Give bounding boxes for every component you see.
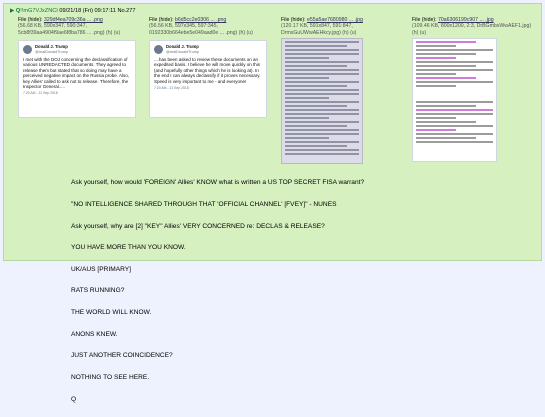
screenshot-thumbnail[interactable] (412, 38, 497, 162)
message-line: THE WORLD WILL KNOW. (71, 309, 152, 317)
tweet-thumbnail-2[interactable]: Donald J. Trump @realDonaldTrump ....has… (149, 40, 267, 118)
file-name[interactable]: e55a5ae7680980 ... .jpg (307, 17, 363, 23)
file-meta: (56.68 KB, 590x347, 590:347, 5cb8f39aa49… (18, 23, 121, 36)
tweet-time: 7:20 AM - 21 Sep 2018 (23, 91, 58, 96)
message-line: UK/AUS [PRIMARY] (71, 265, 131, 273)
tweet-text: I met with the DOJ concerning the declas… (23, 57, 130, 90)
file-meta: (120.17 KB, 591x847, 591:847, DrmxGuUWwA… (281, 23, 357, 36)
tweet-author: Donald J. Trump (35, 44, 68, 49)
file-info-1: File (hide): 329df4ea709c36a ... .png (5… (18, 17, 138, 36)
post-number[interactable]: No.277 (117, 8, 135, 14)
post-date: 09/21/18 (Fri) 09:17:11 (59, 8, 116, 14)
file-info-2: File (hide): b6d5cc2e0306 ... .png (56.5… (149, 17, 269, 36)
tweet-text: ....has been asked to review these docum… (154, 57, 261, 84)
message-line: JUST ANOTHER COINCIDENCE? (71, 352, 173, 360)
document-thumbnail[interactable] (281, 38, 363, 164)
tweet-handle: @realDonaldTrump (166, 49, 200, 54)
post-container: ▶ Q!!mG7VJxZNCI 09/21/18 (Fri) 09:17:11 … (3, 3, 542, 403)
file-hide-label[interactable]: File (hide): (149, 17, 174, 23)
file-hide-label[interactable]: File (hide): (18, 17, 43, 23)
message-line: NOTHING TO SEE HERE. (71, 373, 150, 381)
message-line: "NO INTELLIGENCE SHARED THROUGH THAT 'OF… (71, 201, 337, 209)
avatar (154, 45, 163, 54)
message-line: ANONS KNEW. (71, 330, 118, 338)
tweet-time: 7:20 AM - 21 Sep 2018 (154, 86, 189, 91)
message-line: RATS RUNNING? (71, 287, 125, 295)
message-line: Ask yourself, how would 'FOREIGN' Allies… (71, 179, 365, 187)
tripcode: !!mG7VJxZNCI (20, 8, 58, 14)
message-line: Q (71, 395, 77, 403)
file-meta: (109.46 KB, 800x1200, 2:3, DrBGmbsWwAEF1… (412, 23, 532, 36)
tweet-thumbnail-1[interactable]: Donald J. Trump @realDonaldTrump I met w… (18, 40, 136, 118)
file-name[interactable]: 70a6306199c907 ... .jpg (438, 17, 494, 23)
file-meta: (56.56 KB, 597x345, 597:345, 0192330b664… (149, 23, 253, 36)
file-hide-label[interactable]: File (hide): (281, 17, 306, 23)
collapse-arrow-icon[interactable]: ▶ (10, 8, 14, 14)
avatar (23, 45, 32, 54)
file-hide-label[interactable]: File (hide): (412, 17, 437, 23)
post-header: ▶ Q!!mG7VJxZNCI 09/21/18 (Fri) 09:17:11 … (10, 8, 136, 15)
post-message: Ask yourself, how would 'FOREIGN' Allies… (71, 165, 364, 417)
file-info-4: File (hide): 70a6306199c907 ... .jpg (10… (412, 17, 537, 36)
file-name[interactable]: 329df4ea709c36a ... .png (44, 17, 103, 23)
message-line: Ask yourself, why are [2] "KEY" Allies' … (71, 222, 325, 230)
file-name[interactable]: b6d5cc2e0306 ... .png (175, 17, 226, 23)
file-info-3: File (hide): e55a5ae7680980 ... .jpg (12… (281, 17, 399, 36)
message-line: YOU HAVE MORE THAN YOU KNOW. (71, 244, 186, 252)
tweet-handle: @realDonaldTrump (35, 49, 69, 54)
tweet-author: Donald J. Trump (166, 44, 199, 49)
